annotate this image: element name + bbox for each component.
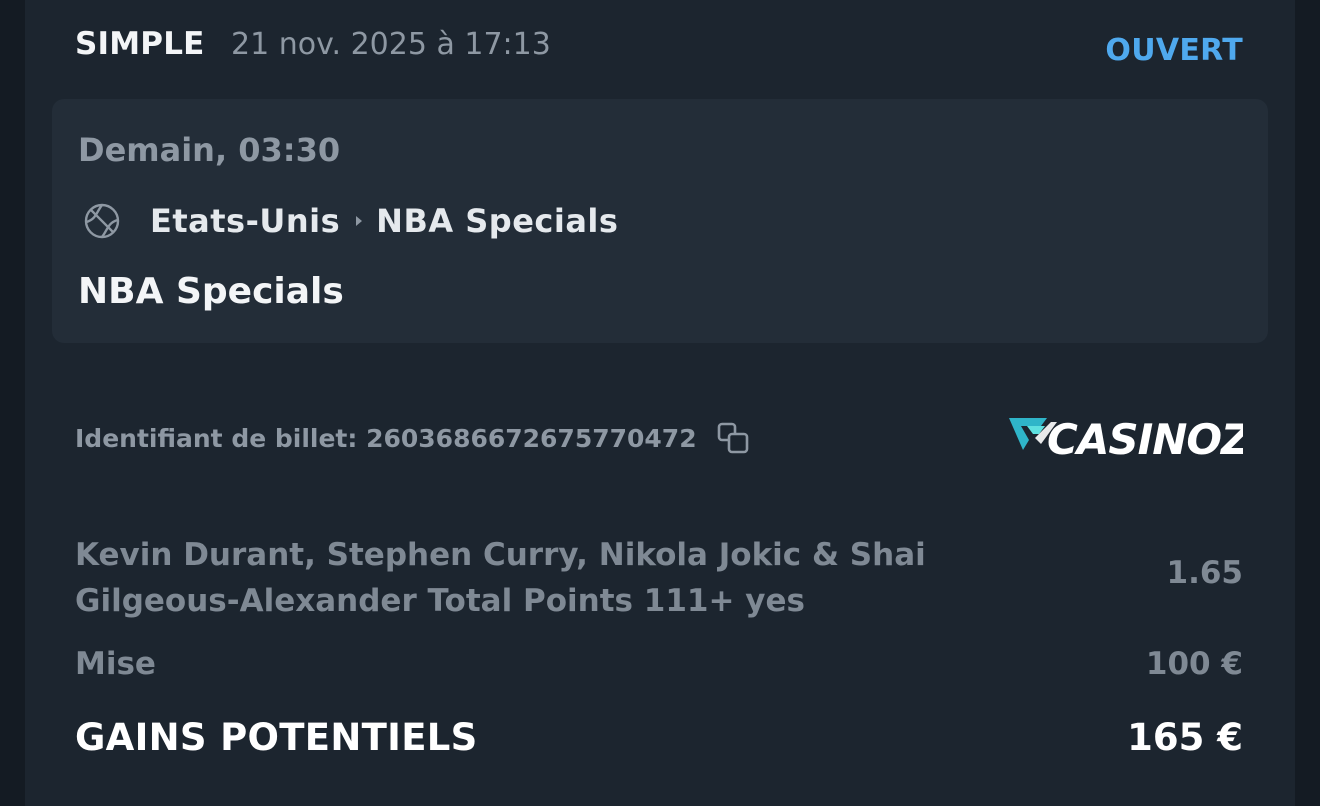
event-panel[interactable]: Demain, 03:30 Etats-Unis NBA Specials NB… bbox=[52, 99, 1268, 343]
selection-description: Kevin Durant, Stephen Curry, Nikola Joki… bbox=[75, 537, 926, 619]
event-name: NBA Specials bbox=[78, 271, 344, 312]
selection-odds: 1.65 bbox=[1166, 555, 1244, 591]
bet-header: SIMPLE 21 nov. 2025 à 17:13 OUVERT bbox=[75, 26, 1245, 70]
basketball-icon bbox=[84, 203, 120, 239]
bet-card: SIMPLE 21 nov. 2025 à 17:13 OUVERT Demai… bbox=[25, 0, 1295, 806]
chevron-right-icon bbox=[356, 216, 363, 226]
copy-icon[interactable] bbox=[715, 420, 751, 456]
breadcrumb-country[interactable]: Etats-Unis bbox=[150, 202, 340, 240]
stake-label: Mise bbox=[75, 646, 156, 682]
potential-gains-label: GAINS POTENTIELS bbox=[75, 716, 478, 759]
event-time: Demain, 03:30 bbox=[78, 131, 341, 169]
stake-value: 100 € bbox=[1145, 646, 1243, 682]
ticket-id: Identifiant de billet: 26036866726757704… bbox=[75, 423, 697, 453]
ticket-id-row: Identifiant de billet: 26036866726757704… bbox=[75, 418, 751, 458]
status-badge: OUVERT bbox=[1105, 33, 1243, 68]
logo-text: CASINOZER bbox=[1047, 415, 1243, 464]
potential-gains-value: 165 € bbox=[1127, 716, 1243, 759]
bet-type: SIMPLE bbox=[75, 26, 205, 62]
breadcrumb-league[interactable]: NBA Specials bbox=[376, 202, 618, 240]
casinozer-logo: CASINOZER bbox=[1009, 415, 1243, 464]
bet-date: 21 nov. 2025 à 17:13 bbox=[231, 27, 551, 62]
breadcrumb: Etats-Unis NBA Specials bbox=[82, 199, 618, 243]
